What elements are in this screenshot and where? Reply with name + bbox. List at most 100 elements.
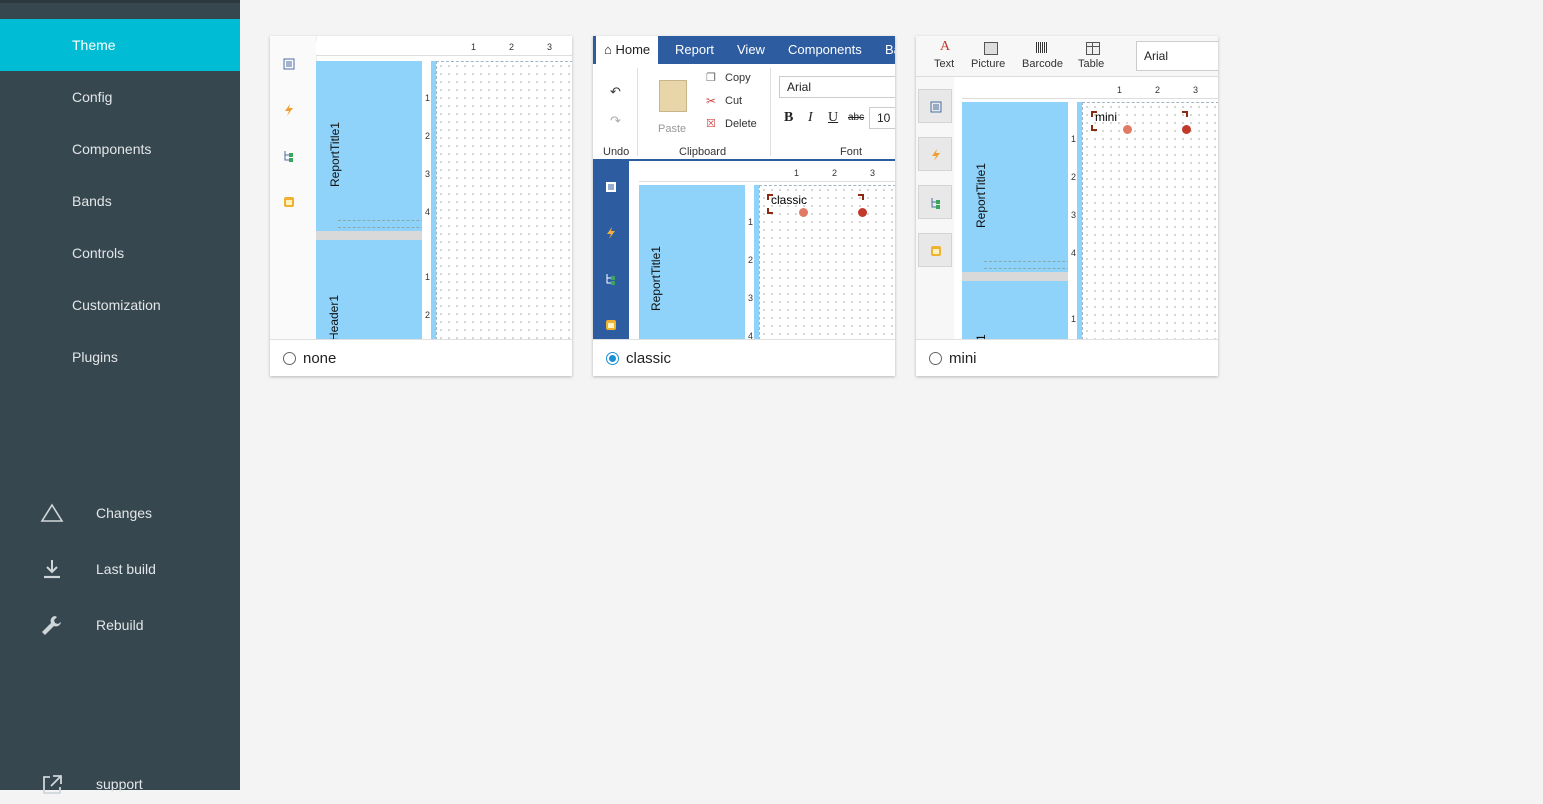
resize-handle[interactable] (799, 208, 808, 217)
tab-components[interactable]: Components (788, 36, 862, 64)
undo-icon[interactable]: ↶ (610, 84, 621, 100)
vruler-num: 1 (1071, 134, 1077, 144)
vruler-num: 3 (1071, 210, 1077, 220)
scissors-icon: ✂ (706, 94, 717, 108)
text-object[interactable]: mini (1095, 110, 1117, 124)
nav-theme-label: Theme (72, 37, 116, 53)
toolbar-text[interactable]: Text (934, 58, 954, 70)
toolbar-picture[interactable]: Picture (971, 58, 1005, 70)
strikethrough-button[interactable]: abc (848, 112, 864, 123)
nav-config[interactable]: Config (0, 71, 240, 123)
radio-none[interactable] (283, 352, 296, 365)
resize-handle[interactable] (1123, 125, 1132, 134)
tab-home-label: Home (615, 42, 651, 57)
database-icon[interactable] (605, 319, 617, 331)
design-page (436, 61, 572, 339)
font-size-input[interactable]: 10 (869, 107, 895, 129)
theme-option-classic[interactable]: classic (593, 339, 895, 376)
delete-button[interactable]: Delete (725, 118, 757, 130)
group-undo-label: Undo (603, 146, 630, 158)
wrench-icon (42, 616, 61, 635)
copy-icon: ❐ (706, 72, 716, 84)
lightning-icon (285, 104, 293, 116)
font-name-input[interactable]: Arial (1136, 41, 1218, 71)
text-object[interactable]: classic (771, 193, 807, 207)
tab-view[interactable]: View (737, 36, 765, 64)
band-header (962, 281, 1068, 339)
vruler-num: 1 (425, 93, 431, 103)
tab-home[interactable]: ⌂ Home (596, 36, 659, 64)
nav-components[interactable]: Components (0, 123, 240, 175)
tab-report[interactable]: Report (675, 36, 714, 64)
vruler-num: 1 (425, 272, 431, 282)
selection-corner (1091, 125, 1097, 131)
delete-icon: ☒ (706, 118, 716, 130)
mini-toolbar: A Text Picture Barcode Table Arial (916, 36, 1218, 77)
selection-corner (767, 208, 773, 214)
vruler-num: 4 (425, 207, 431, 217)
nav-theme[interactable]: Theme (0, 19, 240, 71)
external-link-icon (43, 775, 62, 794)
theme-preview-mini: A Text Picture Barcode Table Arial 1 2 3 (916, 36, 1218, 339)
radio-mini[interactable] (929, 352, 942, 365)
theme-card-none[interactable]: 1 2 3 ReportTitle1 Header1 1 2 3 4 1 2 n… (270, 36, 572, 376)
triangle-icon (40, 503, 64, 522)
nav-plugins[interactable]: Plugins (0, 331, 240, 383)
resize-handle[interactable] (1182, 125, 1191, 134)
list-icon[interactable] (605, 181, 617, 193)
paste-icon[interactable] (659, 80, 687, 112)
changes-label: Changes (96, 505, 153, 521)
lightning-icon[interactable] (605, 227, 617, 239)
resize-handle[interactable] (858, 208, 867, 217)
theme-option-none[interactable]: none (270, 339, 572, 376)
theme-preview-classic: ⌂ Home Report View Components Ba ↶ ↷ Und… (593, 36, 895, 339)
home-icon: ⌂ (604, 42, 612, 57)
barcode-tool-icon[interactable] (1036, 42, 1048, 53)
ruler-num: 1 (471, 42, 477, 52)
nav-controls-label: Controls (72, 245, 125, 261)
italic-button[interactable]: I (808, 110, 813, 126)
last-build-link[interactable]: Last build (0, 549, 240, 589)
theme-name-classic: classic (626, 350, 672, 367)
nav-controls[interactable]: Controls (0, 227, 240, 279)
tree-button[interactable] (918, 185, 952, 219)
paste-label[interactable]: Paste (658, 123, 686, 135)
nav-bands[interactable]: Bands (0, 175, 240, 227)
theme-option-mini[interactable]: mini (916, 339, 1218, 376)
left-toolbar (270, 36, 317, 339)
ruler-num: 1 (794, 168, 800, 178)
cut-button[interactable]: Cut (725, 95, 742, 107)
bold-button[interactable]: B (784, 110, 793, 126)
nav-plugins-label: Plugins (72, 349, 118, 365)
theme-name-none: none (303, 350, 337, 367)
changes-link[interactable]: Changes (0, 493, 240, 533)
tab-ba[interactable]: Ba (885, 36, 895, 64)
font-name-input[interactable]: Arial (779, 76, 895, 98)
theme-name-mini: mini (949, 350, 977, 367)
database-icon (931, 246, 941, 256)
data-button[interactable] (918, 233, 952, 267)
ruler-num: 1 (1117, 85, 1123, 95)
copy-button[interactable]: Copy (725, 72, 751, 84)
list-button[interactable] (918, 89, 952, 123)
events-button[interactable] (918, 137, 952, 171)
theme-card-classic[interactable]: ⌂ Home Report View Components Ba ↶ ↷ Und… (593, 36, 895, 376)
radio-classic[interactable] (606, 352, 619, 365)
text-tool-icon[interactable]: A (940, 39, 950, 55)
nav-customization[interactable]: Customization (0, 279, 240, 331)
theme-card-mini[interactable]: A Text Picture Barcode Table Arial 1 2 3 (916, 36, 1218, 376)
list-icon (283, 58, 295, 70)
toolbar-barcode[interactable]: Barcode (1022, 58, 1063, 70)
support-link[interactable]: support (0, 764, 240, 804)
toolbar-table[interactable]: Table (1078, 58, 1104, 70)
rebuild-link[interactable]: Rebuild (0, 605, 240, 645)
vruler-num: 4 (748, 331, 754, 339)
sidebar-top-line (0, 0, 240, 3)
table-tool-icon[interactable] (1086, 42, 1100, 55)
picture-tool-icon[interactable] (984, 42, 998, 55)
design-page (759, 185, 895, 339)
underline-button[interactable]: U (828, 110, 838, 126)
redo-icon[interactable]: ↷ (610, 113, 621, 129)
tree-icon[interactable] (605, 273, 617, 285)
download-icon (44, 560, 60, 579)
